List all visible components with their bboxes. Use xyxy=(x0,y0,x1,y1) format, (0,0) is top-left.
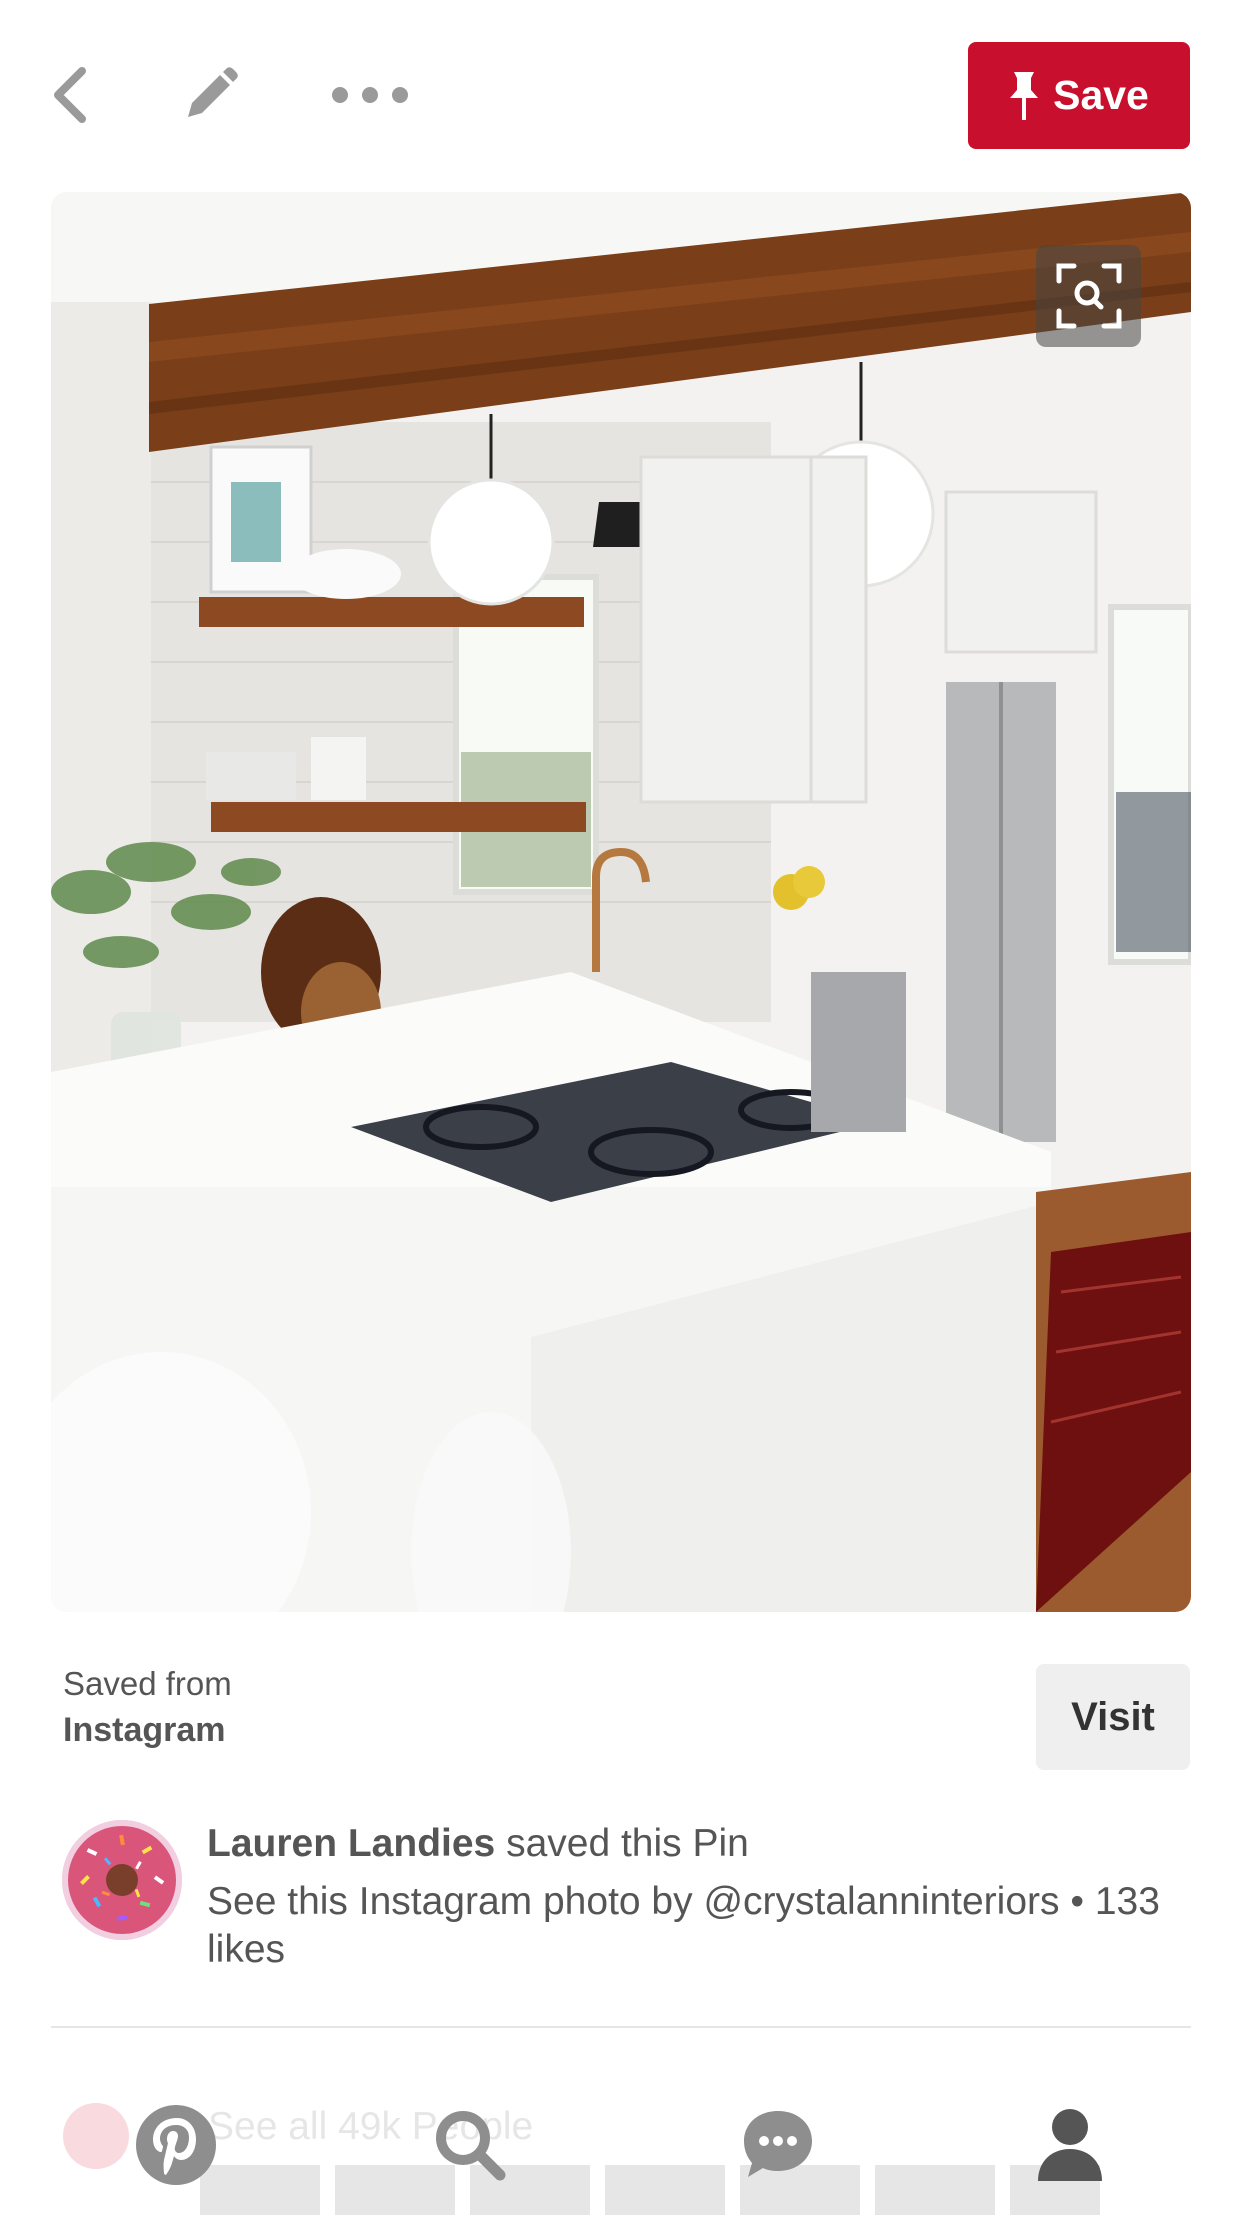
pin-image[interactable] xyxy=(51,192,1191,1612)
divider xyxy=(51,2026,1191,2028)
kitchen-photo xyxy=(51,192,1191,1612)
chevron-left-icon xyxy=(54,67,86,123)
nav-home[interactable] xyxy=(126,2095,226,2195)
visual-search-button[interactable] xyxy=(1036,245,1141,347)
nav-messages[interactable] xyxy=(728,2095,828,2195)
ellipsis-icon xyxy=(332,87,408,103)
search-icon xyxy=(436,2111,506,2181)
avatar[interactable] xyxy=(62,1820,182,1940)
nav-search[interactable] xyxy=(420,2095,520,2195)
nav-profile[interactable] xyxy=(1020,2095,1120,2195)
pin-description: See this Instagram photo by @crystalanni… xyxy=(207,1880,1160,1971)
saver-action: saved this Pin xyxy=(495,1822,749,1865)
pinterest-home-icon xyxy=(136,2105,216,2185)
source-name[interactable]: Instagram xyxy=(63,1711,232,1750)
saver-line: Lauren Landies saved this Pin xyxy=(207,1820,1167,1868)
messages-icon xyxy=(744,2111,812,2177)
saver-info: Lauren Landies saved this Pin See this I… xyxy=(207,1820,1167,1974)
back-button[interactable] xyxy=(40,55,100,135)
top-bar: Save xyxy=(0,0,1242,190)
visual-search-icon xyxy=(1056,263,1121,329)
save-label: Save xyxy=(1053,72,1149,118)
saved-from-label: Saved from xyxy=(63,1665,232,1702)
source-info: Saved from Instagram xyxy=(63,1665,232,1750)
pin-icon xyxy=(1010,71,1039,120)
pencil-icon xyxy=(188,67,238,117)
profile-icon xyxy=(1038,2109,1102,2181)
bottom-navigation xyxy=(0,2080,1242,2208)
donut-avatar-image xyxy=(62,1820,182,1940)
edit-button[interactable] xyxy=(170,55,250,135)
save-button[interactable]: Save xyxy=(968,42,1190,149)
saver-name[interactable]: Lauren Landies xyxy=(207,1822,495,1865)
more-options-button[interactable] xyxy=(320,55,420,135)
visit-button[interactable]: Visit xyxy=(1036,1664,1190,1770)
